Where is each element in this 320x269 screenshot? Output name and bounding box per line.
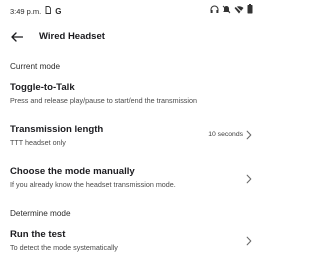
app-bar: Wired Headset: [0, 20, 262, 54]
back-button[interactable]: [8, 28, 26, 46]
chevron-right-icon: [246, 130, 252, 140]
status-bar: 3:49 p.m. G: [0, 0, 262, 20]
google-g-icon: G: [55, 6, 62, 16]
headset-icon: [210, 5, 219, 14]
choose-mode-manually-item[interactable]: Choose the mode manually If you already …: [0, 160, 262, 194]
page-title: Wired Headset: [39, 31, 105, 42]
status-time: 3:49 p.m.: [10, 6, 42, 16]
choose-mode-manually-subtitle: If you already know the headset transmis…: [10, 180, 176, 189]
current-mode-item: Toggle-to-Talk Press and release play/pa…: [0, 76, 262, 112]
status-left: 3:49 p.m. G: [10, 6, 62, 16]
current-mode-title: Toggle-to-Talk: [10, 82, 75, 93]
chevron-right-icon: [246, 174, 252, 184]
section-header-determine-mode: Determine mode: [10, 209, 71, 218]
run-test-item[interactable]: Run the test To detect the mode systemat…: [0, 223, 262, 259]
arrow-back-icon: [11, 32, 23, 42]
wifi-icon: [234, 4, 244, 14]
transmission-length-value: 10 seconds: [208, 131, 243, 138]
run-test-title: Run the test: [10, 229, 66, 240]
transmission-length-title: Transmission length: [10, 124, 104, 135]
chevron-right-icon: [246, 236, 252, 246]
battery-icon: [247, 4, 253, 14]
current-mode-description: Press and release play/pause to start/en…: [10, 96, 197, 105]
sim-icon: [45, 6, 52, 16]
transmission-length-item[interactable]: Transmission length TTT headset only 10 …: [0, 118, 262, 152]
run-test-subtitle: To detect the mode systematically: [10, 243, 118, 252]
choose-mode-manually-title: Choose the mode manually: [10, 166, 135, 177]
mute-icon: [222, 5, 231, 14]
transmission-length-subtitle: TTT headset only: [10, 138, 66, 147]
section-header-current-mode: Current mode: [10, 62, 61, 71]
status-right: [210, 4, 253, 14]
